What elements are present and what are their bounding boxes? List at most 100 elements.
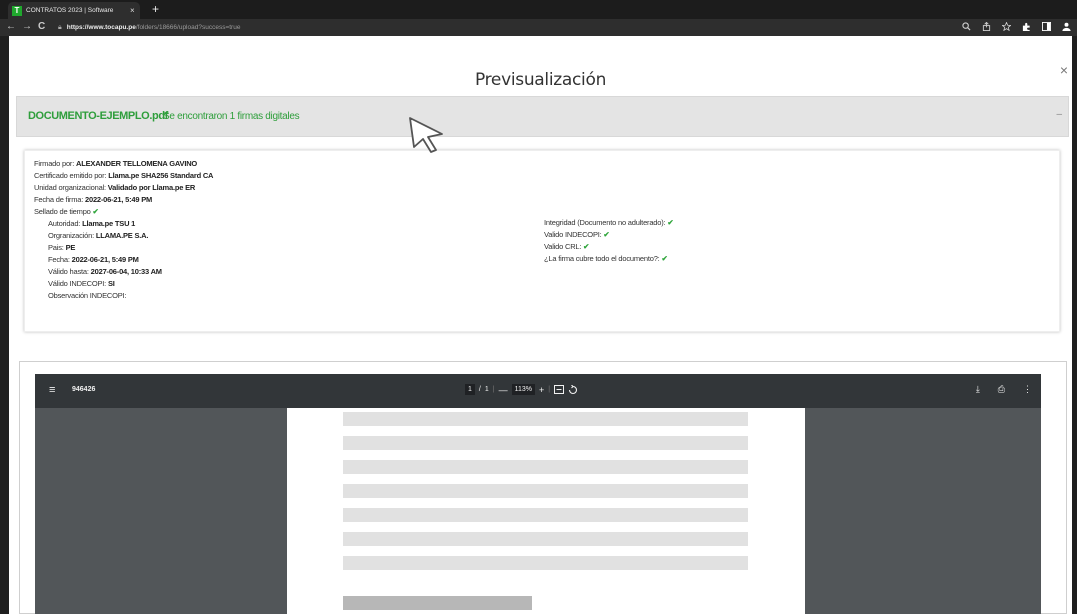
certificate-label: Certificado emitido por: — [34, 171, 107, 180]
browser-window: T CONTRATOS 2023 | Software × + ← → C 🔒︎… — [0, 0, 1077, 614]
browser-toolbar: ← → C 🔒︎ https://www.tocapu.pe/folders/1… — [0, 19, 1077, 36]
address-bar[interactable]: 🔒︎ https://www.tocapu.pe/folders/18666/u… — [58, 21, 1058, 34]
extensions-icon[interactable] — [1022, 22, 1031, 31]
check-icon: ✔ — [667, 218, 674, 227]
browser-tab[interactable]: T CONTRATOS 2023 | Software × — [8, 2, 140, 19]
page-total: 1 — [484, 386, 489, 393]
document-accordion-header[interactable]: DOCUMENTO-EJEMPLO.pdf Se encontraron 1 f… — [16, 96, 1069, 137]
timestamp-label: Sellado de tiempo — [34, 207, 91, 216]
organization-row: Orgranización: LLAMA.PE S.A. — [48, 231, 148, 240]
tab-close-icon[interactable]: × — [130, 6, 135, 15]
print-icon[interactable]: ⎙ — [998, 384, 1005, 395]
page: Previsualización × DOCUMENTO-EJEMPLO.pdf… — [9, 36, 1072, 614]
toolbar-icons — [962, 22, 1071, 31]
mouse-cursor-icon — [409, 117, 443, 153]
text-placeholder-line — [343, 484, 748, 498]
timestamp-date-label: Fecha: — [48, 255, 70, 264]
page-controls: 1 / 1 | — 113% + | — [465, 384, 578, 395]
country-label: Pais: — [48, 243, 64, 252]
collapse-icon[interactable]: – — [1056, 109, 1062, 120]
signature-details: Firmado por: ALEXANDER TELLOMENA GAVINO … — [24, 150, 1060, 332]
pdf-viewer[interactable]: ≡ 946426 1 / 1 | — 113% + | ⤓ ⎙ ⋮ — [35, 374, 1041, 614]
bookmark-star-icon[interactable] — [1002, 22, 1011, 31]
download-icon[interactable]: ⤓ — [976, 384, 980, 395]
pdf-toolbar: ≡ 946426 1 / 1 | — 113% + | ⤓ ⎙ ⋮ — [35, 374, 1041, 408]
signed-by-row: Firmado por: ALEXANDER TELLOMENA GAVINO — [34, 159, 197, 168]
signature-date-value: 2022-06-21, 5:49 PM — [85, 195, 153, 204]
timestamp-row: Sellado de tiempo ✔ — [34, 207, 99, 216]
valid-until-value: 2027-06-04, 10:33 AM — [90, 267, 162, 276]
url-text: https://www.tocapu.pe/folders/18666/uplo… — [67, 24, 241, 31]
page-number-input[interactable]: 1 — [465, 384, 475, 395]
text-placeholder-line — [343, 532, 748, 546]
organization-value: LLAMA.PE S.A. — [95, 231, 149, 240]
signature-date-row: Fecha de firma: 2022-06-21, 5:49 PM — [34, 195, 152, 204]
coverage-row: ¿La firma cubre todo el documento?: ✔ — [544, 254, 668, 263]
toolbar-divider: | — [548, 386, 551, 393]
check-icon: ✔ — [92, 207, 99, 216]
certificate-row: Certificado emitido por: Llama.pe SHA256… — [34, 171, 213, 180]
more-options-icon[interactable]: ⋮ — [1023, 384, 1032, 395]
valid-indecopi-row: Válido INDECOPI: SI — [48, 279, 115, 288]
back-icon[interactable]: ← — [6, 21, 16, 33]
modal-title: Previsualización — [474, 70, 607, 90]
text-placeholder-line — [343, 596, 532, 610]
share-icon[interactable] — [982, 22, 991, 31]
country-value: PE — [65, 243, 76, 252]
observation-label: Observación INDECOPI: — [48, 291, 127, 300]
crl-status-label: Valido CRL: — [544, 242, 582, 251]
signed-by-label: Firmado por: — [34, 159, 75, 168]
text-placeholder-line — [343, 412, 748, 426]
zoom-out-button[interactable]: — — [499, 385, 508, 395]
org-unit-value: Validado por Llama.pe ER — [107, 183, 196, 192]
document-name: DOCUMENTO-EJEMPLO.pdf — [28, 110, 168, 122]
favicon-icon: T — [12, 5, 22, 16]
indecopi-status-label: Valido INDECOPI: — [544, 230, 602, 239]
authority-row: Autoridad: Llama.pe TSU 1 — [48, 219, 135, 228]
org-unit-label: Unidad organizacional: — [34, 183, 106, 192]
text-placeholder-line — [343, 460, 748, 474]
check-icon: ✔ — [603, 230, 610, 239]
menu-icon[interactable]: ≡ — [49, 384, 55, 396]
toolbar-divider: | — [492, 386, 495, 393]
signatures-found-text: Se encontraron 1 firmas digitales — [163, 111, 300, 122]
authority-label: Autoridad: — [48, 219, 81, 228]
text-placeholder-line — [343, 508, 748, 522]
integrity-row: Integridad (Documento no adulterado): ✔ — [544, 218, 674, 227]
zoom-icon[interactable] — [962, 22, 971, 31]
reload-icon[interactable]: C — [38, 21, 45, 33]
forward-icon[interactable]: → — [22, 21, 32, 33]
timestamp-date-value: 2022-06-21, 5:49 PM — [71, 255, 139, 264]
tab-title: CONTRATOS 2023 | Software — [26, 7, 114, 14]
coverage-label: ¿La firma cubre todo el documento?: — [544, 254, 660, 263]
profile-icon[interactable] — [1062, 22, 1071, 31]
timestamp-date-row: Fecha: 2022-06-21, 5:49 PM — [48, 255, 139, 264]
check-icon: ✔ — [583, 242, 590, 251]
rotate-icon[interactable] — [568, 384, 578, 395]
observation-row: Observación INDECOPI: — [48, 291, 127, 300]
fit-page-icon[interactable] — [554, 385, 565, 394]
new-tab-button[interactable]: + — [152, 2, 159, 16]
check-icon: ✔ — [661, 254, 668, 263]
country-row: Pais: PE — [48, 243, 75, 252]
organization-label: Orgranización: — [48, 231, 94, 240]
text-placeholder-line — [343, 436, 748, 450]
zoom-in-button[interactable]: + — [539, 385, 544, 395]
side-panel-icon[interactable] — [1042, 22, 1051, 31]
valid-until-row: Válido hasta: 2027-06-04, 10:33 AM — [48, 267, 162, 276]
org-unit-row: Unidad organizacional: Validado por Llam… — [34, 183, 195, 192]
text-placeholder-line — [343, 556, 748, 570]
signature-date-label: Fecha de firma: — [34, 195, 84, 204]
valid-indecopi-value: SI — [107, 279, 115, 288]
certificate-value: Llama.pe SHA256 Standard CA — [108, 171, 214, 180]
close-icon[interactable]: × — [1060, 62, 1068, 78]
pdf-page — [287, 408, 805, 614]
url-host: https://www.tocapu.pe — [66, 24, 136, 31]
authority-value: Llama.pe TSU 1 — [82, 219, 136, 228]
tab-strip: T CONTRATOS 2023 | Software × + — [0, 0, 1077, 19]
zoom-level-input[interactable]: 113% — [511, 384, 535, 395]
lock-icon: 🔒︎ — [58, 23, 62, 31]
signed-by-value: ALEXANDER TELLOMENA GAVINO — [76, 159, 198, 168]
valid-indecopi-label: Válido INDECOPI: — [48, 279, 107, 288]
pdf-actions: ⤓ ⎙ ⋮ — [976, 384, 1032, 395]
